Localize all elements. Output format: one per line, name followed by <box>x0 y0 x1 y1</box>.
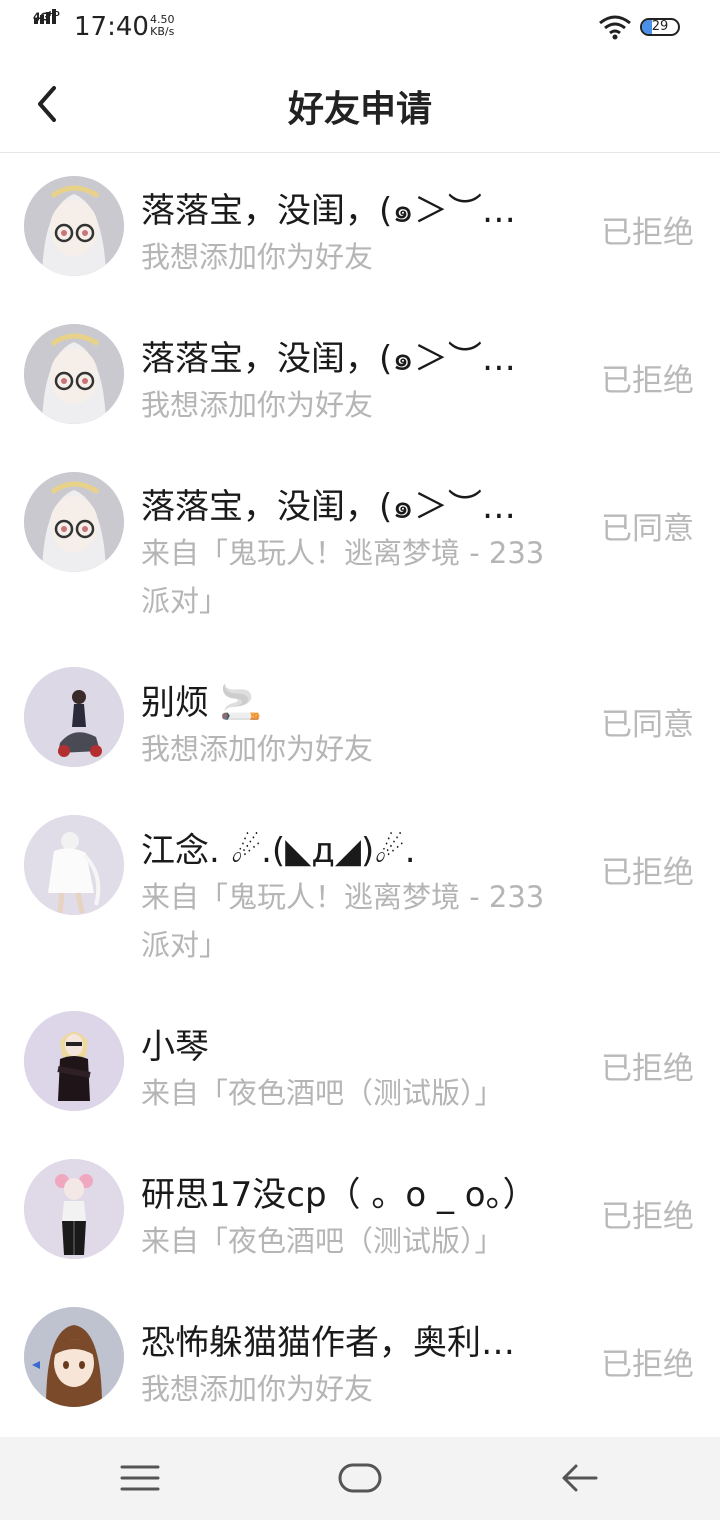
status-bar: 4GHD 17:40 4.50 KB/s 29 <box>0 0 720 56</box>
avatar[interactable] <box>24 815 124 915</box>
home-button[interactable] <box>330 1453 390 1503</box>
avatar[interactable] <box>24 176 124 276</box>
request-message: 来自「夜色酒吧（测试版）」 <box>141 1224 504 1258</box>
requester-name: 落落宝，没闺，(๑＞︶… <box>141 191 516 231</box>
friend-request-item[interactable]: 别烦 🚬 我想添加你为好友 已同意 <box>0 645 720 793</box>
friend-request-item[interactable]: 小琴 来自「夜色酒吧（测试版）」 已拒绝 <box>0 989 720 1137</box>
friend-request-item[interactable]: 研思17没cp（ 。o _ o。） 来自「夜色酒吧（测试版）」 已拒绝 <box>0 1137 720 1285</box>
battery-level: 29 <box>651 19 669 34</box>
request-status: 已拒绝 <box>601 1051 694 1087</box>
friend-request-item[interactable]: 落落宝，没闺，(๑＞︶… 来自「鬼玩人！逃离梦境 - 233派对」 已同意 <box>0 449 720 645</box>
request-status: 已拒绝 <box>601 1199 694 1235</box>
request-status: 已拒绝 <box>601 1347 694 1383</box>
avatar[interactable] <box>24 1011 124 1111</box>
battery-icon: 29 <box>640 18 680 36</box>
requester-name: 落落宝，没闺，(๑＞︶… <box>141 339 516 379</box>
avatar[interactable] <box>24 472 124 572</box>
system-back-button[interactable] <box>550 1453 610 1503</box>
friend-request-item[interactable]: 落落宝，没闺，(๑＞︶… 我想添加你为好友 已拒绝 <box>0 153 720 301</box>
back-arrow-icon <box>562 1464 598 1492</box>
requester-name: 落落宝，没闺，(๑＞︶… <box>141 487 516 527</box>
friend-request-item[interactable]: 恐怖躲猫猫作者，奥利… 我想添加你为好友 已拒绝 <box>0 1285 720 1433</box>
request-message: 来自「鬼玩人！逃离梦境 - 233派对」 <box>141 880 545 962</box>
request-status: 已拒绝 <box>601 215 694 251</box>
request-message: 我想添加你为好友 <box>141 732 374 766</box>
request-status: 已拒绝 <box>601 363 694 399</box>
friend-request-item[interactable]: 落落宝，没闺，(๑＞︶… 我想添加你为好友 已拒绝 <box>0 301 720 449</box>
menu-button[interactable] <box>110 1453 170 1503</box>
network-speed: 4.50 KB/s <box>150 13 175 38</box>
avatar[interactable] <box>24 324 124 424</box>
requester-name: 别烦 🚬 <box>141 683 263 723</box>
avatar[interactable] <box>24 1159 124 1259</box>
avatar[interactable] <box>24 667 124 767</box>
requester-name: 江念. ☄.(◣д◢)☄. <box>141 831 416 871</box>
request-message: 来自「夜色酒吧（测试版）」 <box>141 1076 504 1110</box>
requester-name: 研思17没cp（ 。o _ o。） <box>141 1175 537 1215</box>
menu-icon <box>120 1465 160 1491</box>
page-title: 好友申请 <box>287 89 432 130</box>
system-nav-bar <box>0 1437 720 1520</box>
header: 好友申请 <box>0 56 720 153</box>
clock: 17:40 <box>74 12 149 42</box>
request-status: 已同意 <box>601 707 694 743</box>
request-status: 已拒绝 <box>601 855 694 891</box>
request-message: 我想添加你为好友 <box>141 1372 374 1406</box>
request-message: 我想添加你为好友 <box>141 388 374 422</box>
requester-name: 小琴 <box>141 1027 209 1067</box>
request-status: 已同意 <box>601 511 694 547</box>
friend-request-item[interactable]: 江念. ☄.(◣д◢)☄. 来自「鬼玩人！逃离梦境 - 233派对」 已拒绝 <box>0 793 720 989</box>
request-message: 我想添加你为好友 <box>141 240 374 274</box>
requester-name: 恐怖躲猫猫作者，奥利… <box>141 1323 515 1363</box>
home-icon <box>338 1463 382 1493</box>
wifi-icon <box>599 15 631 40</box>
request-message: 来自「鬼玩人！逃离梦境 - 233派对」 <box>141 536 545 618</box>
avatar[interactable] <box>24 1307 124 1407</box>
